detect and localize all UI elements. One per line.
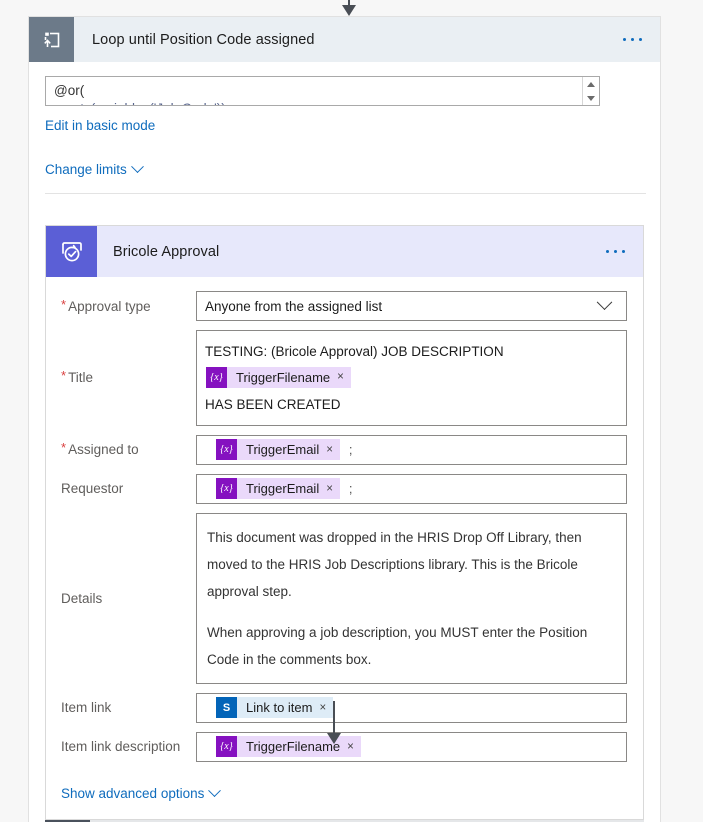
label-text: Item link (61, 700, 112, 716)
token-chip-link-to-item[interactable]: S Link to item × (216, 697, 334, 719)
token-label: TriggerFilename (236, 369, 331, 385)
change-limits-link[interactable]: Change limits (45, 160, 144, 177)
show-advanced-options-label: Show advanced options (61, 785, 205, 801)
sharepoint-icon: S (216, 697, 237, 719)
token-remove-icon[interactable]: × (326, 483, 340, 495)
requestor-field[interactable]: {x} TriggerEmail × ; (196, 473, 627, 504)
token-label: TriggerFilename (246, 739, 341, 755)
bricole-approval-card: Bricole Approval * Approval type Anyone f… (45, 225, 644, 820)
assigned-to-label: * Assigned to (57, 435, 196, 465)
item-link-description-field[interactable]: {x} TriggerFilename × (196, 731, 627, 762)
overflow-dot (638, 38, 642, 41)
assigned-to-separator: ; (348, 442, 353, 458)
flow-designer-canvas: Loop until Position Code assigned @or( em… (0, 0, 703, 822)
loop-until-icon (29, 17, 74, 62)
requestor-separator: ; (348, 481, 353, 497)
form-row-item-link-description: Item link description {x} TriggerFilenam… (57, 731, 627, 762)
form-row-details: Details This document was dropped in the… (57, 512, 627, 684)
details-paragraph-2: When approving a job description, you MU… (207, 624, 588, 667)
show-advanced-options-row: Show advanced options (46, 771, 643, 819)
item-link-label: Item link (57, 693, 196, 723)
title-label: * Title (57, 330, 196, 426)
token-label: Link to item (246, 700, 313, 716)
approval-card-header[interactable]: Bricole Approval (46, 226, 643, 277)
scroll-down-icon[interactable] (587, 95, 595, 101)
overflow-dot (630, 38, 634, 41)
loop-until-card: Loop until Position Code assigned @or( em… (28, 16, 661, 822)
loop-card-overflow-menu[interactable] (604, 17, 660, 62)
change-limits-label: Change limits (45, 162, 127, 177)
item-link-description-label: Item link description (57, 732, 196, 762)
expression-line-1: @or( (54, 83, 85, 98)
requestor-label: Requestor (57, 474, 196, 504)
token-remove-icon[interactable]: × (347, 741, 361, 753)
title-field[interactable]: TESTING: (Bricole Approval) JOB DESCRIPT… (196, 330, 627, 426)
approval-card-overflow-menu[interactable] (587, 226, 643, 277)
details-paragraph-1: This document was dropped in the HRIS Dr… (207, 529, 582, 599)
token-chip-triggerfilename[interactable]: {x} TriggerFilename × (206, 365, 351, 390)
form-row-item-link: Item link S Link to item × (57, 692, 627, 723)
expression-token-icon: {x} (216, 439, 237, 461)
approval-form: * Approval type Anyone from the assigned … (46, 277, 643, 762)
token-remove-icon[interactable]: × (319, 702, 333, 714)
details-label: Details (57, 513, 196, 684)
form-row-assigned-to: * Assigned to {x} TriggerEmail × ; (57, 434, 627, 465)
title-static-text: TESTING: (Bricole Approval) JOB DESCRIPT… (205, 343, 504, 359)
overflow-dot (621, 250, 625, 253)
token-label: TriggerEmail (246, 481, 320, 497)
chevron-down-icon (208, 784, 222, 797)
token-label: TriggerEmail (246, 442, 320, 458)
required-asterisk: * (61, 440, 67, 456)
loop-card-body: @or( empty(variables('Job Code')), Edit i… (29, 62, 660, 194)
change-limits-row: Change limits (45, 160, 644, 179)
expression-line-2: empty(variables('Job Code')), (54, 101, 229, 105)
expression-scrollbar[interactable] (582, 77, 599, 105)
expression-token-icon: {x} (206, 366, 227, 388)
approval-type-select[interactable]: Anyone from the assigned list (196, 291, 627, 321)
item-link-field[interactable]: S Link to item × (196, 692, 627, 723)
approval-card-title: Bricole Approval (113, 243, 220, 260)
form-row-requestor: Requestor {x} TriggerEmail × ; (57, 473, 627, 504)
assigned-to-field[interactable]: {x} TriggerEmail × ; (196, 434, 627, 465)
expression-token-icon: {x} (216, 736, 237, 758)
edit-in-basic-mode-link[interactable]: Edit in basic mode (45, 118, 155, 133)
show-advanced-options-link[interactable]: Show advanced options (61, 784, 222, 801)
token-remove-icon[interactable]: × (326, 444, 340, 456)
overflow-dot (605, 250, 609, 253)
approval-type-value: Anyone from the assigned list (205, 298, 383, 314)
label-text: Title (68, 370, 94, 386)
loop-card-title: Loop until Position Code assigned (92, 31, 315, 48)
required-asterisk: * (61, 368, 67, 384)
loop-expression-text: @or( empty(variables('Job Code')), (54, 82, 229, 105)
required-asterisk: * (61, 296, 67, 312)
label-text: Requestor (61, 481, 124, 497)
label-text: Details (61, 590, 103, 606)
details-spacer (207, 605, 616, 619)
details-field[interactable]: This document was dropped in the HRIS Dr… (196, 512, 627, 684)
scroll-up-icon[interactable] (587, 81, 595, 87)
loop-card-header[interactable]: Loop until Position Code assigned (29, 17, 660, 62)
expression-token-icon: {x} (216, 478, 237, 500)
form-row-approval-type: * Approval type Anyone from the assigned … (57, 291, 627, 321)
loop-body-divider (45, 193, 646, 194)
label-text: Item link description (61, 739, 181, 755)
title-second-line: HAS BEEN CREATED (205, 396, 341, 412)
label-text: Assigned to (68, 442, 139, 458)
token-chip-triggeremail[interactable]: {x} TriggerEmail × (216, 439, 340, 461)
token-chip-triggerfilename[interactable]: {x} TriggerFilename × (216, 736, 361, 758)
approval-check-icon (46, 226, 97, 277)
loop-expression-textarea[interactable]: @or( empty(variables('Job Code')), (45, 76, 600, 106)
form-row-title: * Title TESTING: (Bricole Approval) JOB D… (57, 330, 627, 426)
overflow-dot (622, 38, 626, 41)
token-remove-icon[interactable]: × (337, 365, 351, 390)
chevron-down-icon (130, 160, 144, 174)
connector-into-loop (342, 0, 356, 16)
overflow-dot (613, 250, 617, 253)
token-chip-triggeremail[interactable]: {x} TriggerEmail × (216, 478, 340, 500)
chevron-down-icon (596, 293, 613, 310)
label-text: Approval type (68, 298, 151, 314)
approval-type-label: * Approval type (57, 291, 196, 321)
